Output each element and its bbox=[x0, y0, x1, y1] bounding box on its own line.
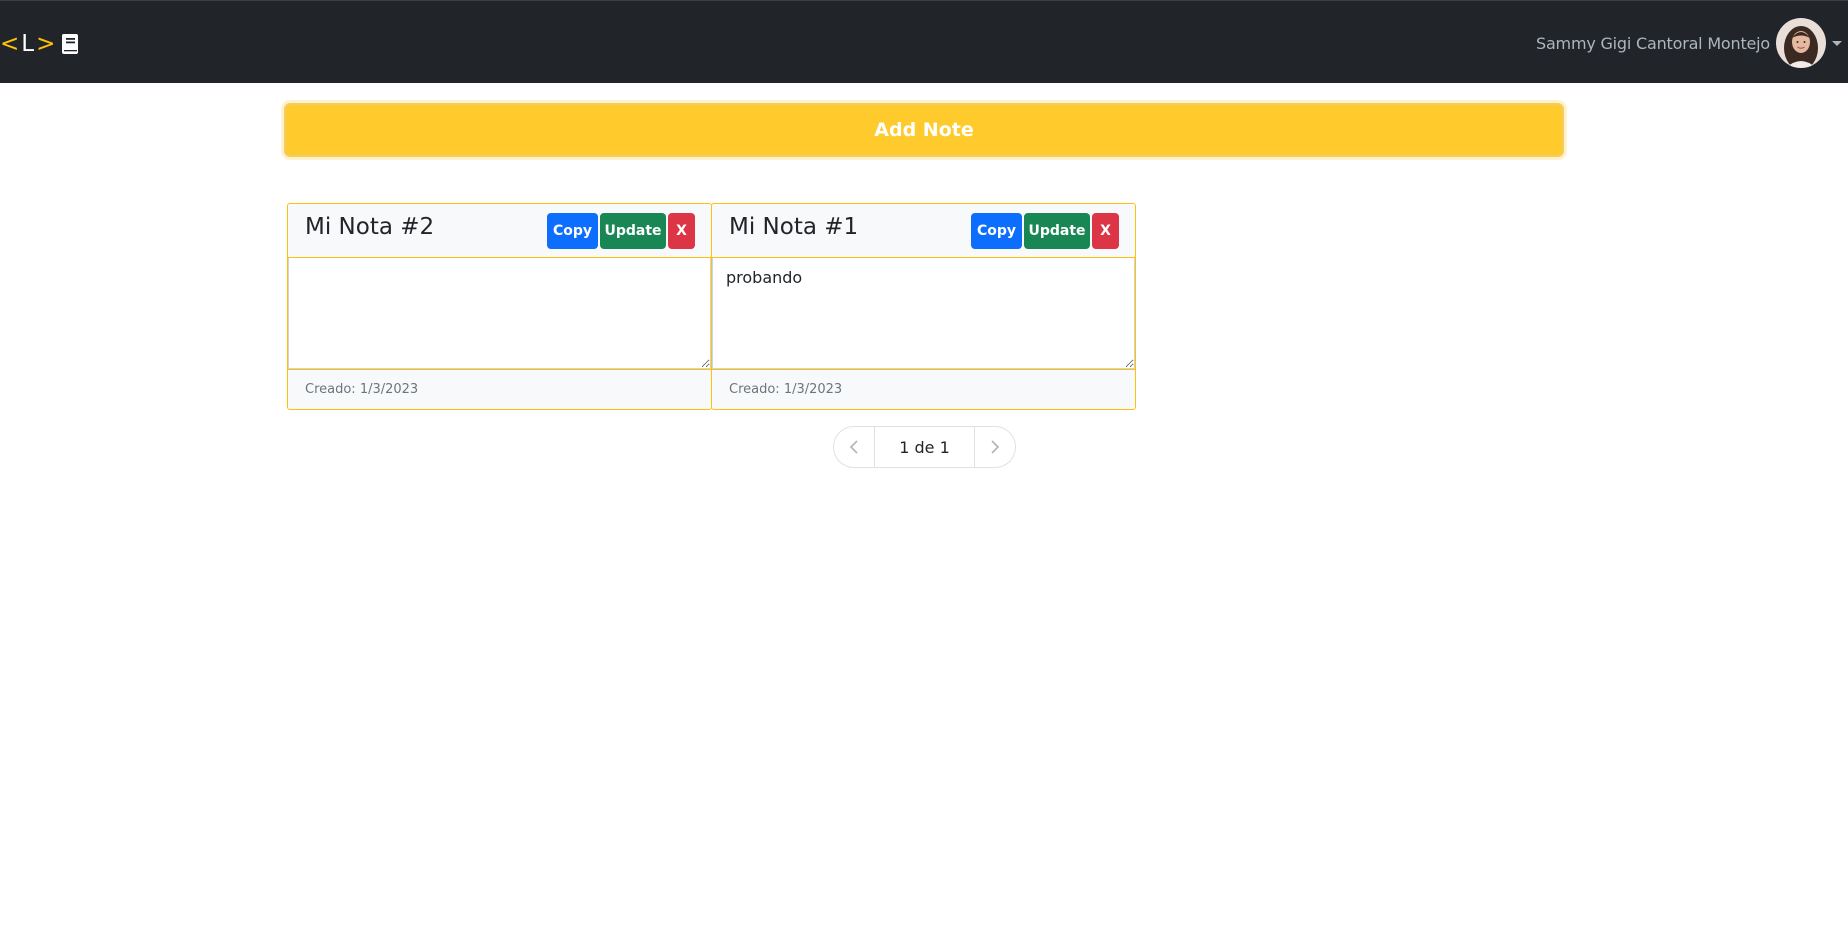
note-actions: Copy Update X bbox=[971, 213, 1119, 249]
chevron-left-icon[interactable] bbox=[834, 427, 874, 467]
pagination: 1 de 1 bbox=[833, 426, 1016, 468]
note-card: Mi Nota #2 Copy Update X Creado: 1/3/202… bbox=[287, 203, 712, 410]
update-button[interactable]: Update bbox=[1024, 213, 1090, 249]
note-created-date: Creado: 1/3/2023 bbox=[305, 382, 419, 397]
note-textarea[interactable]: probando bbox=[712, 258, 1135, 369]
note-created-date: Creado: 1/3/2023 bbox=[729, 382, 843, 397]
update-button[interactable]: Update bbox=[600, 213, 666, 249]
note-title: Mi Nota #2 bbox=[305, 214, 435, 240]
user-menu[interactable]: Sammy Gigi Cantoral Montejo bbox=[1536, 17, 1848, 69]
note-footer: Creado: 1/3/2023 bbox=[712, 370, 1135, 409]
note-title: Mi Nota #1 bbox=[729, 214, 859, 240]
note-card-header: Mi Nota #1 Copy Update X bbox=[712, 204, 1135, 258]
note-actions: Copy Update X bbox=[547, 213, 695, 249]
note-card-header: Mi Nota #2 Copy Update X bbox=[288, 204, 711, 258]
user-name: Sammy Gigi Cantoral Montejo bbox=[1536, 33, 1770, 53]
book-icon bbox=[60, 32, 80, 56]
add-note-button[interactable]: Add Note bbox=[284, 103, 1564, 157]
brand-gt: > bbox=[36, 31, 56, 57]
brand-letter: L bbox=[21, 31, 35, 57]
note-footer: Creado: 1/3/2023 bbox=[288, 370, 711, 409]
copy-button[interactable]: Copy bbox=[971, 213, 1022, 249]
page-indicator: 1 de 1 bbox=[874, 427, 975, 467]
delete-button[interactable]: X bbox=[1092, 213, 1119, 249]
avatar[interactable] bbox=[1776, 18, 1826, 68]
note-body: probando bbox=[712, 258, 1135, 370]
note-card: Mi Nota #1 Copy Update X probando Creado… bbox=[711, 203, 1136, 410]
delete-button[interactable]: X bbox=[668, 213, 695, 249]
copy-button[interactable]: Copy bbox=[547, 213, 598, 249]
brand-logo[interactable]: < L > bbox=[0, 29, 80, 59]
brand-lt: < bbox=[0, 31, 20, 57]
caret-down-icon[interactable] bbox=[1832, 40, 1842, 46]
chevron-right-icon[interactable] bbox=[975, 427, 1015, 467]
note-textarea[interactable] bbox=[288, 258, 711, 369]
top-navbar: < L > Sammy Gigi Cantoral Montejo bbox=[0, 0, 1848, 83]
note-body bbox=[288, 258, 711, 370]
